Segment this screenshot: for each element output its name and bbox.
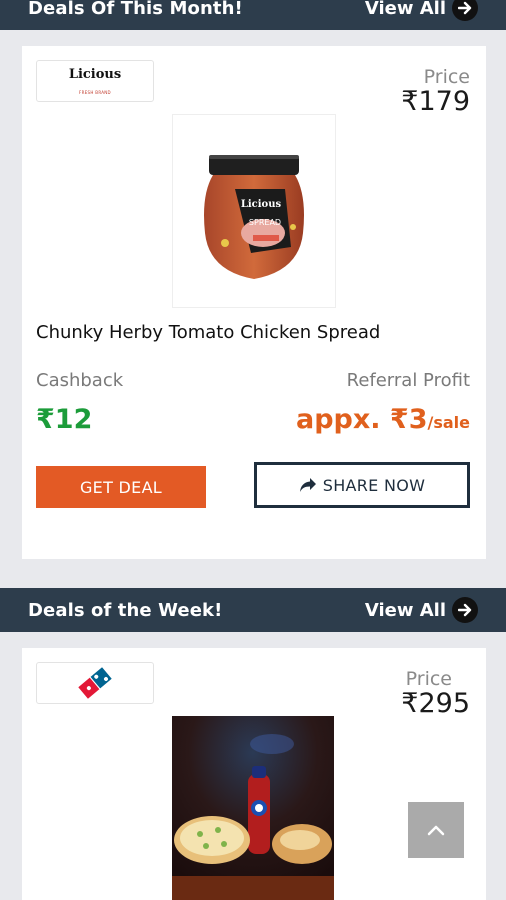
share-now-label: SHARE NOW — [322, 475, 426, 495]
price-label: Price — [405, 668, 452, 690]
get-deal-button[interactable]: GET DEAL — [36, 466, 206, 508]
referral-label: Referral Profit — [346, 370, 470, 391]
share-now-button[interactable]: SHARE NOW — [254, 462, 470, 508]
product-image — [172, 716, 334, 900]
product-image: Licious SPREAD — [172, 114, 336, 308]
deal-card: Licious FRESH BRAND Price ₹179 Licious S… — [22, 46, 486, 559]
deal-card: Price ₹295 — [22, 648, 486, 900]
share-icon — [299, 477, 323, 493]
brand-logo: Licious FRESH BRAND — [36, 60, 154, 102]
view-all-label: View All — [364, 599, 446, 621]
brand-logo — [36, 662, 154, 704]
section-title: Deals Of This Month! — [28, 0, 243, 19]
scroll-top-button[interactable] — [408, 802, 464, 858]
jar-product-text: SPREAD — [249, 218, 281, 227]
price-value: ₹179 — [401, 86, 470, 117]
referral-amount: appx. ₹3 — [295, 404, 428, 435]
chevron-up-icon — [427, 824, 445, 836]
cashback-label: Cashback — [36, 370, 124, 391]
get-deal-label: GET DEAL — [79, 477, 163, 497]
brand-subtext: FRESH BRAND — [79, 90, 111, 95]
referral-unit: /sale — [427, 413, 471, 432]
section-header-week: Deals of the Week! View All — [0, 588, 506, 632]
view-all-link[interactable]: View All — [365, 597, 478, 623]
section-header-month: Deals Of This Month! View All — [0, 0, 506, 30]
jar-brand-text: Licious — [241, 199, 282, 210]
arrow-right-icon — [452, 597, 478, 623]
section-title: Deals of the Week! — [28, 599, 223, 621]
price-label: Price — [423, 66, 470, 88]
dominos-logo-icon — [76, 665, 114, 701]
arrow-right-icon — [452, 0, 478, 21]
price-value: ₹295 — [401, 688, 470, 719]
brand-name: Licious — [68, 67, 122, 82]
referral-value: appx. ₹3/sale — [296, 404, 470, 435]
view-all-link[interactable]: View All — [365, 0, 478, 21]
product-name: Chunky Herby Tomato Chicken Spread — [36, 322, 381, 343]
cashback-value: ₹12 — [36, 404, 93, 435]
view-all-label: View All — [364, 0, 446, 19]
